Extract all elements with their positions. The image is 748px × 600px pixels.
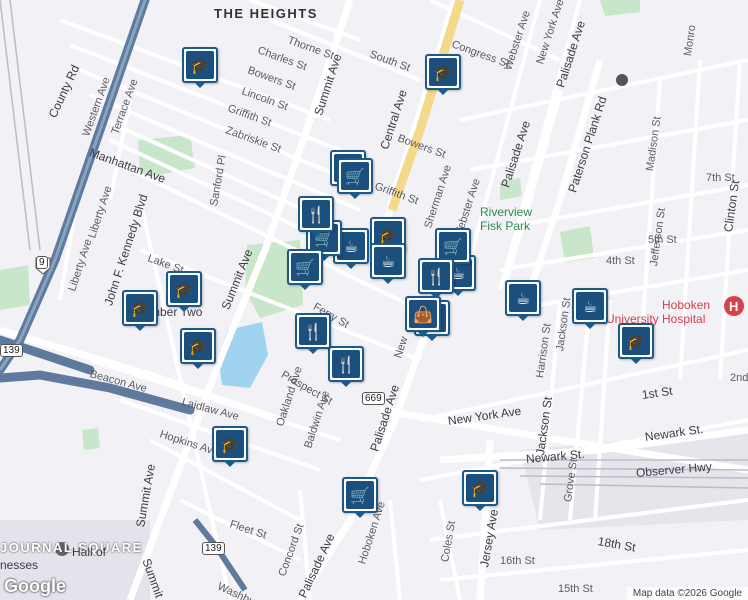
map-marker-school[interactable]: 🎓	[462, 470, 498, 511]
graduation-cap-icon: 🎓	[186, 51, 214, 79]
route-139-shield-2: 139	[202, 542, 225, 555]
map-marker-school[interactable]: 🎓	[212, 426, 248, 467]
label-15th-st: 15th St	[558, 583, 593, 595]
fork-knife-icon: 🍴	[332, 350, 360, 378]
map-marker-school[interactable]: 🎓	[618, 323, 654, 364]
label-the-heights: THE HEIGHTS	[214, 6, 318, 21]
label-hoboken-hospital: Hoboken	[662, 298, 711, 312]
coffee-cup-icon: ☕	[374, 247, 402, 275]
fork-knife-icon: 🍴	[302, 200, 330, 228]
fork-knife-icon: 🍴	[299, 317, 327, 345]
shopping-bag-icon: 👜	[409, 300, 437, 328]
coffee-cup-icon: ☕	[509, 284, 537, 312]
graduation-cap-icon: 🎓	[126, 294, 154, 322]
graduation-cap-icon: 🎓	[622, 327, 650, 355]
map-marker-school[interactable]: 🎓	[425, 54, 461, 95]
map-marker-cafe[interactable]: ☕	[505, 280, 541, 321]
label-5th-st: 5th St	[648, 234, 677, 246]
shopping-cart-icon: 🛒	[291, 253, 319, 281]
shopping-cart-icon: 🛒	[346, 481, 374, 509]
map-marker-grocery[interactable]: 🛒	[287, 249, 323, 290]
map-marker-school[interactable]: 🎓	[122, 290, 158, 331]
fork-knife-icon: 🍴	[422, 262, 450, 290]
shopping-cart-icon: 🛒	[341, 162, 369, 190]
map-marker-restaurant[interactable]: 🍴	[418, 258, 454, 299]
map-marker-restaurant[interactable]: 🍴	[295, 313, 331, 354]
map-marker-cafe[interactable]: ☕	[370, 243, 406, 284]
map-marker-cafe[interactable]: ☕	[572, 288, 608, 329]
map-marker-restaurant[interactable]: 🍴	[328, 346, 364, 387]
graduation-cap-icon: 🎓	[466, 474, 494, 502]
map-marker-grocery[interactable]: 🛒	[342, 477, 378, 518]
graduation-cap-icon: 🎓	[184, 332, 212, 360]
label-riverview: Riverview	[480, 205, 533, 219]
map-marker-grocery[interactable]: 🛒	[337, 158, 373, 199]
label-fisk-park: Fisk Park	[480, 219, 531, 233]
route-669-shield: 669	[362, 392, 385, 405]
label-16th-st: 16th St	[500, 555, 535, 567]
map-marker-shopping[interactable]: 👜	[405, 296, 441, 337]
map-marker-school[interactable]: 🎓	[166, 271, 202, 312]
map-marker-restaurant[interactable]: 🍴	[298, 196, 334, 237]
map-marker-school[interactable]: 🎓	[180, 328, 216, 369]
google-logo: Google	[4, 576, 66, 596]
map-attribution: Map data ©2026 Google	[626, 587, 748, 600]
label-7th-st: 7th St	[706, 172, 735, 184]
graduation-cap-icon: 🎓	[170, 275, 198, 303]
label-nesses: nesses	[0, 558, 39, 572]
coffee-cup-icon: ☕	[576, 292, 604, 320]
route-9-shield: 9	[36, 256, 48, 269]
graduation-cap-icon: 🎓	[429, 58, 457, 86]
map-canvas[interactable]: H THE HEIGHTS JOURNAL SQUARE Hall of nes…	[0, 0, 748, 600]
svg-text:H: H	[729, 299, 738, 314]
label-4th-st: 4th St	[606, 255, 635, 267]
label-2nd: 2nd	[730, 372, 748, 384]
map-marker-school[interactable]: 🎓	[182, 47, 218, 88]
route-139-shield: 139	[0, 344, 23, 357]
graduation-cap-icon: 🎓	[216, 430, 244, 458]
shopping-cart-icon: 🛒	[439, 232, 467, 260]
label-hall-of: Hall of	[72, 545, 107, 559]
